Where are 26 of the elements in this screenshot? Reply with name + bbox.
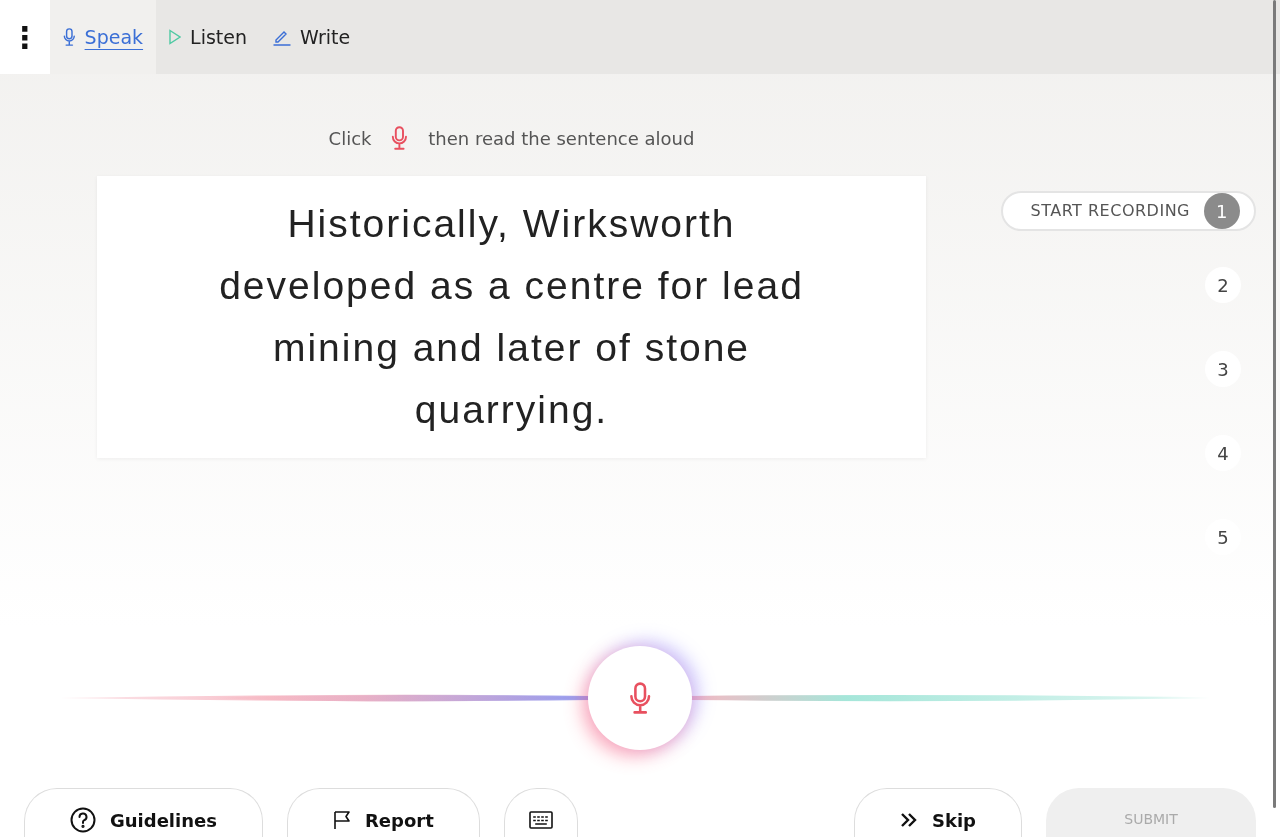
report-button[interactable]: Report bbox=[286, 788, 480, 837]
skip-button[interactable]: Skip bbox=[854, 788, 1022, 837]
step-number: 3 bbox=[1205, 351, 1241, 387]
mode-tab[interactable]: Listen bbox=[156, 0, 260, 74]
double-chevron-icon bbox=[900, 812, 918, 828]
play-icon bbox=[169, 29, 182, 45]
step-label: START RECORDING bbox=[1030, 200, 1190, 222]
instruction-text: Click bbox=[328, 126, 372, 151]
mode-tab[interactable]: Write bbox=[260, 0, 364, 74]
mic-icon bbox=[63, 28, 76, 46]
flag-icon bbox=[332, 810, 351, 830]
instruction-text: then read the sentence aloud bbox=[428, 126, 695, 151]
keyboard-shortcuts-button[interactable] bbox=[503, 788, 578, 837]
record-button[interactable] bbox=[588, 646, 692, 750]
mode-tab[interactable]: Speak bbox=[50, 0, 157, 74]
step-number: 2 bbox=[1205, 267, 1241, 303]
sentence-text: Historically, Wirksworth developed as a centre for lead mining and later of stone quarrying. bbox=[218, 201, 805, 433]
scrollbar[interactable] bbox=[1273, 0, 1276, 808]
guidelines-button[interactable]: Guidelines bbox=[24, 788, 263, 837]
help-icon bbox=[70, 807, 96, 833]
mic-icon bbox=[391, 126, 409, 150]
step-number: 1 bbox=[1204, 193, 1240, 229]
mic-icon bbox=[628, 682, 652, 714]
step-number: 4 bbox=[1205, 435, 1241, 471]
menu-button[interactable]: ⋮ bbox=[0, 0, 50, 74]
keyboard-icon bbox=[528, 811, 553, 829]
